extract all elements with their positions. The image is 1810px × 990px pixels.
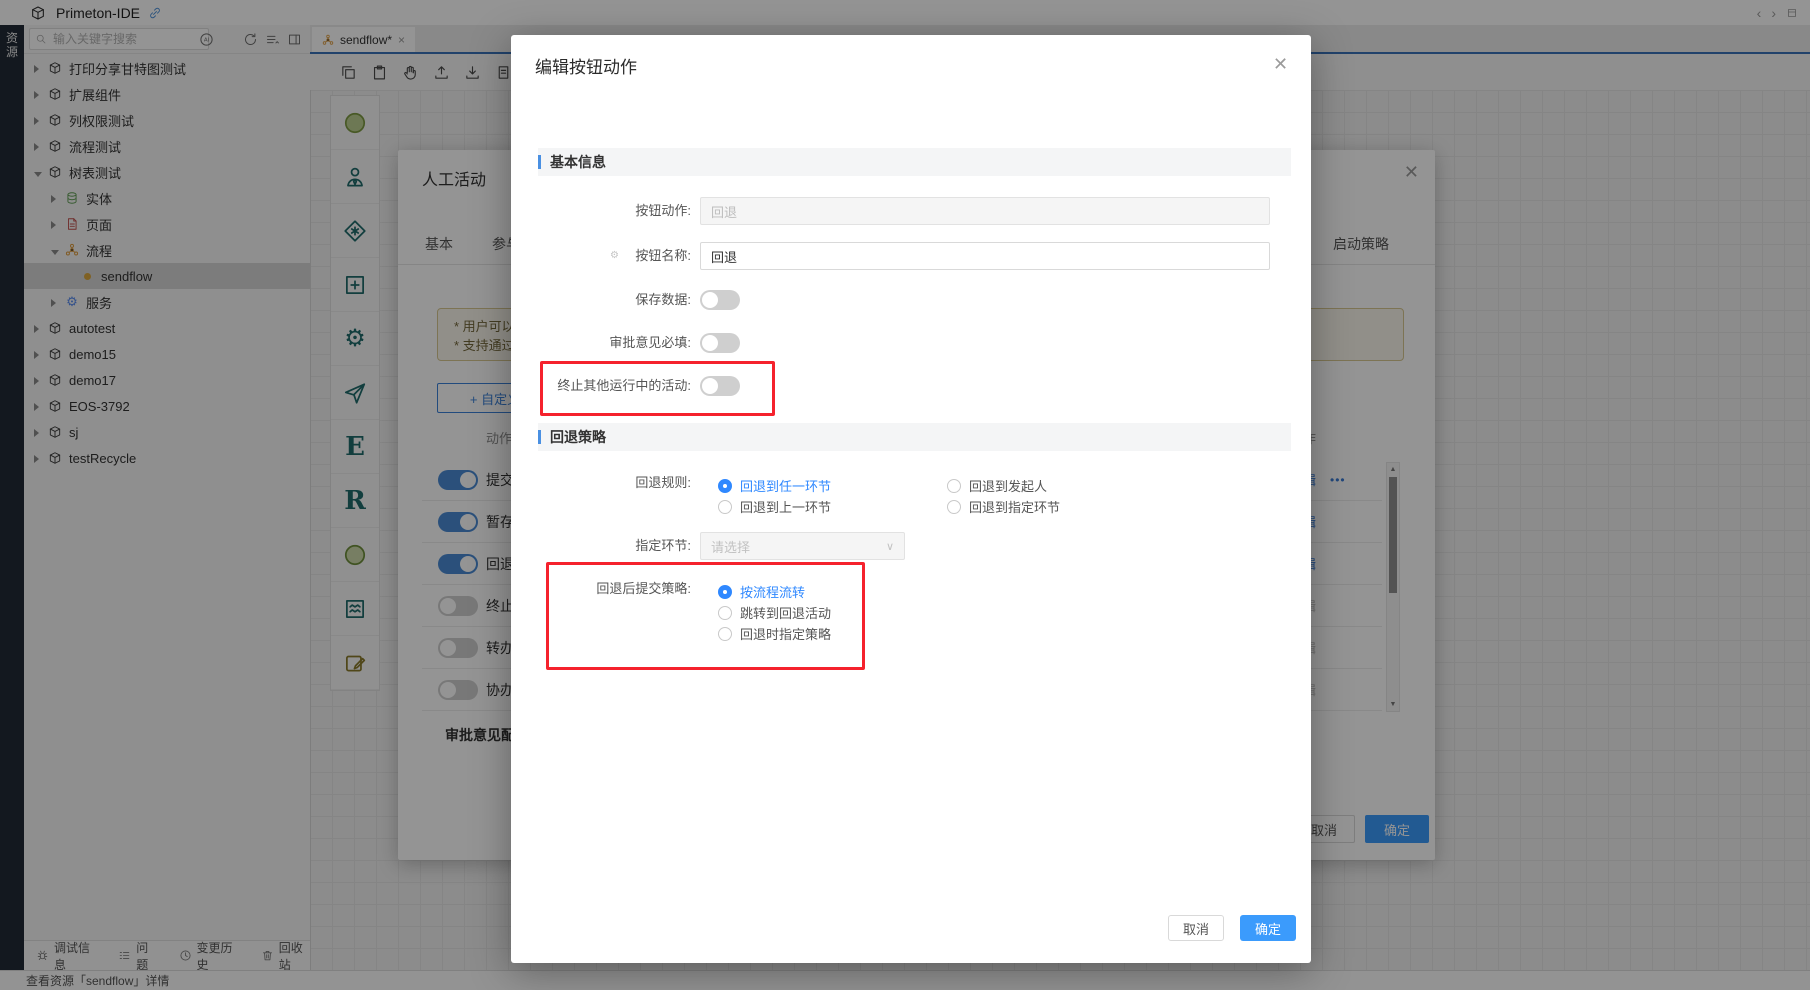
field-button-action: 按钮动作: 回退 — [511, 197, 1311, 225]
field-label: 回退规则: — [511, 469, 691, 497]
field-label: 指定环节: — [511, 532, 691, 560]
edit-button-action-modal: 编辑按钮动作 ✕ 基本信息 按钮动作: 回退 ⚙ 按钮名称: 回退 保存数据: … — [511, 35, 1311, 963]
field-save-data: 保存数据: — [511, 286, 1311, 314]
radio-option-回退到发起人[interactable]: 回退到发起人 — [947, 476, 1047, 495]
cancel-button[interactable]: 取消 — [1168, 915, 1224, 941]
radio-label: 按流程流转 — [740, 582, 805, 601]
comment-required-toggle[interactable] — [700, 333, 740, 353]
section-marker — [538, 430, 541, 444]
field-terminate-others: 终止其他运行中的活动: — [511, 372, 1311, 400]
radio-option-回退时指定策略[interactable]: 回退时指定策略 — [718, 624, 831, 643]
radio-label: 回退到发起人 — [969, 476, 1047, 495]
ok-button[interactable]: 确定 — [1240, 915, 1296, 941]
section-marker — [538, 155, 541, 169]
field-rollback-rule: 回退规则: — [511, 469, 1311, 525]
button-action-input: 回退 — [700, 197, 1270, 225]
radio-option-跳转到回退活动[interactable]: 跳转到回退活动 — [718, 603, 831, 622]
field-label: 按钮动作: — [511, 197, 691, 225]
field-comment-required: 审批意见必填: — [511, 329, 1311, 357]
radio-label: 回退时指定策略 — [740, 624, 831, 643]
radio-option-回退到任一环节[interactable]: 回退到任一环节 — [718, 476, 831, 495]
section-basic-info: 基本信息 — [538, 148, 1291, 176]
field-button-name: ⚙ 按钮名称: 回退 — [511, 242, 1311, 270]
save-data-toggle[interactable] — [700, 290, 740, 310]
radio-icon[interactable] — [718, 500, 732, 514]
radio-option-回退到上一环节[interactable]: 回退到上一环节 — [718, 497, 831, 516]
application-window: Primeton-IDE ‹ › 资 源 AI 打印分享甘特图测试扩展组件列权限… — [0, 0, 1810, 990]
radio-icon[interactable] — [718, 606, 732, 620]
radio-label: 回退到任一环节 — [740, 476, 831, 495]
field-post-strategy: 回退后提交策略: — [511, 575, 1311, 645]
chevron-down-icon: ∨ — [886, 540, 894, 553]
section-rollback-strategy: 回退策略 — [538, 423, 1291, 451]
terminate-others-toggle[interactable] — [700, 376, 740, 396]
target-step-select: 请选择 ∨ — [700, 532, 905, 560]
close-icon[interactable]: ✕ — [1273, 55, 1288, 73]
radio-icon[interactable] — [718, 585, 732, 599]
field-label: 回退后提交策略: — [511, 575, 691, 603]
radio-icon[interactable] — [947, 479, 961, 493]
field-target-step: 指定环节: 请选择 ∨ — [511, 532, 1311, 560]
radio-label: 跳转到回退活动 — [740, 603, 831, 622]
radio-label: 回退到指定环节 — [969, 497, 1060, 516]
radio-icon[interactable] — [947, 500, 961, 514]
radio-icon[interactable] — [718, 627, 732, 641]
button-name-input[interactable]: 回退 — [700, 242, 1270, 270]
field-label: 审批意见必填: — [511, 329, 691, 357]
field-label: 保存数据: — [511, 286, 691, 314]
field-label: 按钮名称: — [511, 242, 691, 270]
radio-icon[interactable] — [718, 479, 732, 493]
field-label: 终止其他运行中的活动: — [511, 372, 691, 400]
radio-option-回退到指定环节[interactable]: 回退到指定环节 — [947, 497, 1060, 516]
modal-title: 编辑按钮动作 — [535, 53, 637, 78]
radio-option-按流程流转[interactable]: 按流程流转 — [718, 582, 805, 601]
radio-label: 回退到上一环节 — [740, 497, 831, 516]
